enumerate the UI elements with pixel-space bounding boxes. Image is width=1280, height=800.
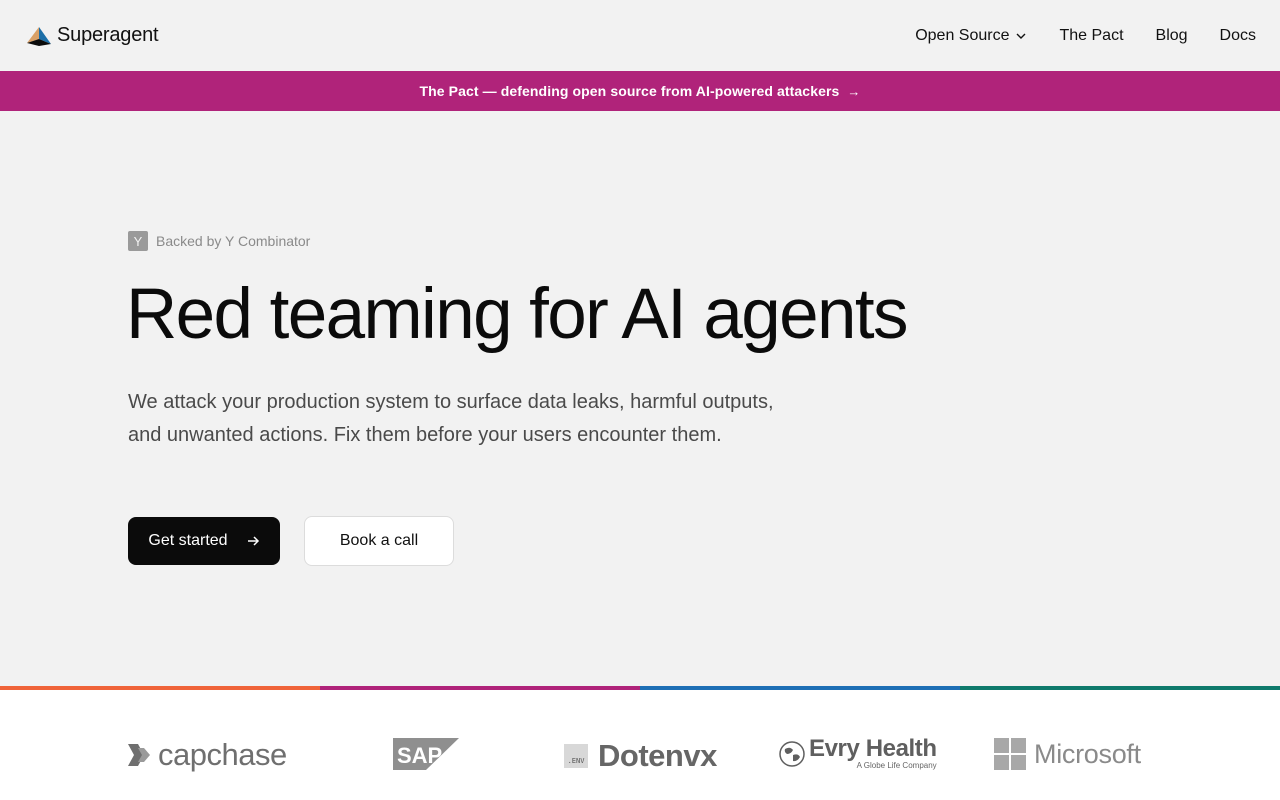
globe-icon	[779, 740, 805, 767]
nav-open-source-label: Open Source	[915, 26, 1010, 44]
evry-health-logo: Evry Health A Globe Life Company	[779, 737, 937, 770]
evry-wordmark: Evry Health A Globe Life Company	[809, 737, 937, 770]
dotenvx-logo: .ENV Dotenvx	[564, 738, 717, 774]
get-started-button[interactable]: Get started	[128, 517, 280, 565]
book-a-call-label: Book a call	[339, 532, 419, 549]
hero-subtext: We attack your production system to surf…	[128, 391, 774, 446]
superagent-logo-icon	[27, 26, 51, 46]
hero-headline: Red teaming for AI agents	[126, 275, 909, 354]
dotenvx-wordmark: Dotenvx	[598, 738, 717, 773]
sap-wordmark: SAP	[397, 743, 442, 768]
backed-by-text: Backed by Y Combinator	[156, 233, 311, 249]
capchase-logo: capchase	[128, 737, 287, 773]
evry-name: Evry Health	[809, 735, 937, 762]
brand-home-link[interactable]: Superagent	[25, 24, 159, 47]
sap-mark-icon: SAP	[393, 738, 459, 770]
site-header: Superagent Open Source The Pact Blog Doc…	[0, 0, 1280, 71]
arrow-right-icon	[247, 536, 259, 546]
customer-logos: capchase SAP .ENV Dotenvx Evry Health A …	[0, 690, 1280, 800]
yc-backed-badge: Y Backed by Y Combinator	[128, 231, 310, 251]
announcement-banner[interactable]: The Pact — defending open source from AI…	[0, 71, 1280, 111]
capchase-mark-icon	[128, 744, 150, 766]
book-a-call-button[interactable]: Book a call	[304, 516, 454, 566]
env-icon: .ENV	[564, 744, 588, 768]
sap-logo: SAP	[393, 738, 459, 770]
brand-name: Superagent	[57, 24, 159, 46]
banner-text: The Pact — defending open source from AI…	[419, 83, 840, 99]
capchase-wordmark: capchase	[158, 737, 287, 772]
yc-logo-icon: Y	[128, 231, 148, 251]
nav-open-source-dropdown[interactable]: Open Source	[915, 27, 1027, 45]
nav-blog[interactable]: Blog	[1156, 27, 1188, 45]
evry-tagline: A Globe Life Company	[856, 761, 937, 770]
microsoft-wordmark: Microsoft	[1034, 738, 1141, 769]
microsoft-logo: Microsoft	[994, 738, 1141, 770]
microsoft-grid-icon	[994, 738, 1026, 770]
arrow-right-icon: →	[847, 83, 861, 99]
chevron-down-icon	[1016, 33, 1026, 39]
main-nav: Open Source The Pact Blog Docs	[915, 27, 1256, 45]
nav-the-pact[interactable]: The Pact	[1059, 27, 1123, 45]
nav-docs[interactable]: Docs	[1220, 27, 1256, 45]
get-started-label: Get started	[148, 532, 228, 549]
